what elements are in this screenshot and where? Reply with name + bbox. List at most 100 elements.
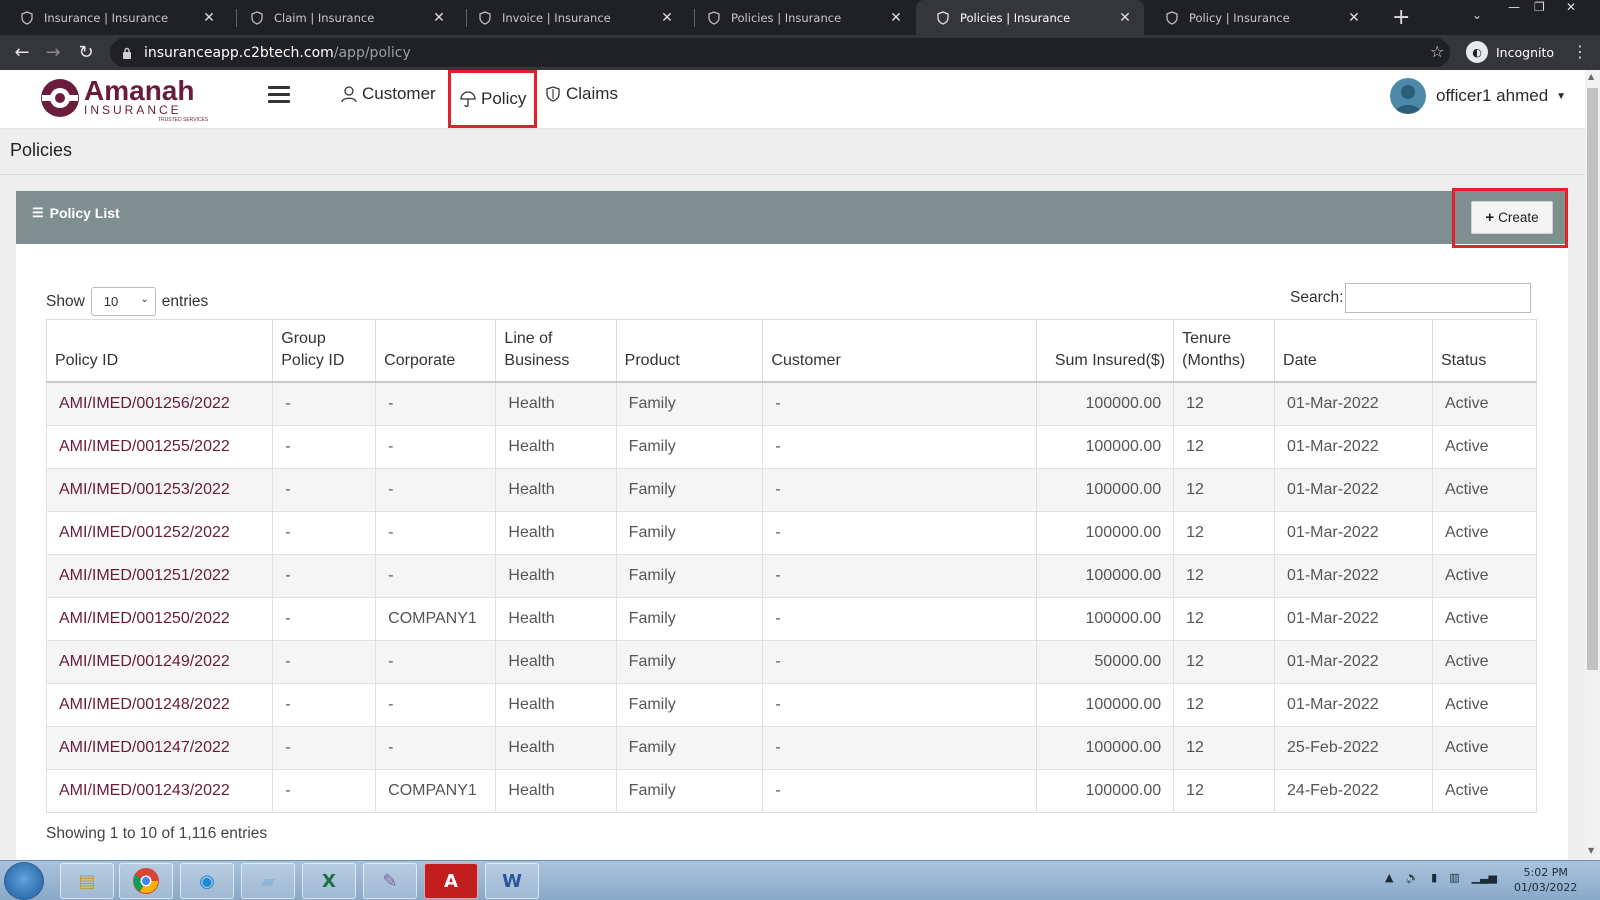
table-row[interactable]: AMI/IMED/001255/2022- - Health Family -10000… [45, 424, 1538, 469]
cell-policy-id[interactable]: AMI/IMED/001247/2022 [45, 725, 274, 770]
clock[interactable]: 5:02 PM 01/03/2022 [1514, 865, 1577, 895]
cell-status: Active [1431, 725, 1538, 770]
card-title-text: Policy List [49, 205, 120, 221]
chevron-down-icon[interactable]: ⌄ [1472, 8, 1482, 22]
table-row[interactable]: AMI/IMED/001248/2022- - Health Family -10000… [45, 682, 1538, 727]
table-row[interactable]: AMI/IMED/001256/2022- - Health Family -10000… [45, 381, 1538, 426]
cell-status: Active [1431, 510, 1538, 555]
avatar [1390, 78, 1426, 114]
incognito-badge[interactable]: ◐ Incognito [1466, 41, 1554, 63]
notepad-icon[interactable]: ▰ [241, 863, 295, 899]
start-button[interactable] [4, 862, 44, 900]
policy-list-card: ☰ Policy List + Create Show 10 ⌄ entries… [16, 188, 1568, 861]
kebab-menu-icon[interactable]: ⋮ [1572, 42, 1588, 61]
taskbar: ▤ ◉ ▰ X ✎ A W ▲ 🔈 ▮ ▥ ▁▃▅ 5:02 PM 01/03/… [0, 860, 1600, 900]
reload-icon[interactable]: ↻ [75, 42, 97, 63]
cell-policy-id[interactable]: AMI/IMED/001252/2022 [45, 510, 274, 555]
table-row[interactable]: AMI/IMED/001253/2022- - Health Family -10000… [45, 467, 1538, 512]
cell-date: 01-Mar-2022 [1274, 467, 1433, 512]
amanah-insurance-logo[interactable]: Amanah INSURANCE TRUSTED SERVICES [40, 74, 215, 122]
cell-policy-id[interactable]: AMI/IMED/001256/2022 [45, 381, 274, 426]
nav-claims[interactable]: Claims [544, 84, 618, 104]
excel-icon[interactable]: X [302, 863, 356, 899]
close-icon[interactable]: ✕ [200, 10, 218, 26]
paint-icon[interactable]: ✎ [363, 863, 417, 899]
cell-customer: - [762, 467, 1037, 512]
tab-title: Policy | Insurance [1189, 10, 1290, 25]
scrollbar-thumb[interactable] [1587, 88, 1598, 670]
cell-customer: - [762, 768, 1037, 813]
scroll-up-icon[interactable]: ▲ [1588, 72, 1594, 81]
volume-icon[interactable]: 🔈 [1405, 871, 1419, 884]
col-tenure[interactable]: Tenure (Months) [1173, 319, 1276, 384]
vertical-scrollbar[interactable]: ▲ ▼ [1585, 70, 1600, 860]
table-row[interactable]: AMI/IMED/001251/2022- - Health Family -10000… [45, 553, 1538, 598]
cell-policy-id[interactable]: AMI/IMED/001249/2022 [45, 639, 274, 684]
nav-customer[interactable]: Customer [340, 84, 436, 104]
cell-status: Active [1431, 639, 1538, 684]
close-icon[interactable]: ✕ [1345, 10, 1363, 26]
col-date[interactable]: Date [1274, 319, 1433, 384]
cell-policy-id[interactable]: AMI/IMED/001250/2022 [45, 596, 274, 641]
acrobat-icon[interactable]: A [424, 863, 478, 899]
cell-date: 01-Mar-2022 [1274, 639, 1433, 684]
tray-expand-icon[interactable]: ▲ [1385, 871, 1393, 884]
back-icon[interactable]: ← [11, 42, 33, 63]
col-product[interactable]: Product [615, 319, 764, 384]
minimize-icon[interactable]: — [1508, 0, 1520, 18]
cell-policy-id[interactable]: AMI/IMED/001248/2022 [45, 682, 274, 727]
restore-icon[interactable]: ❐ [1534, 0, 1545, 18]
new-tab-icon[interactable]: + [1392, 5, 1410, 30]
word-icon[interactable]: W [485, 863, 539, 899]
chrome-icon[interactable] [119, 863, 173, 899]
close-icon[interactable]: ✕ [1116, 10, 1134, 26]
browser-tab[interactable]: Claim | Insurance ✕ [230, 0, 458, 35]
col-policy-id[interactable]: Policy ID [45, 319, 274, 384]
close-icon[interactable]: ✕ [887, 10, 905, 26]
url-field[interactable]: insuranceapp.c2btech.com/app/policy [110, 38, 1450, 67]
browser-tab[interactable]: Insurance | Insurance ✕ [0, 0, 228, 35]
browser-tab-active[interactable]: Policies | Insurance ✕ [916, 0, 1144, 35]
col-customer[interactable]: Customer [762, 319, 1037, 384]
scroll-down-icon[interactable]: ▼ [1588, 846, 1594, 855]
table-row[interactable]: AMI/IMED/001247/2022- - Health Family -10000… [45, 725, 1538, 770]
window-close-icon[interactable]: ✕ [1566, 0, 1576, 18]
page-size-select[interactable]: 10 ⌄ [90, 287, 156, 316]
col-group-policy-id[interactable]: Group Policy ID [272, 319, 377, 384]
cell-policy-id[interactable]: AMI/IMED/001251/2022 [45, 553, 274, 598]
table-row[interactable]: AMI/IMED/001252/2022- - Health Family -10000… [45, 510, 1538, 555]
menu-toggle-icon[interactable] [268, 86, 290, 107]
table-row[interactable]: AMI/IMED/001243/2022- COMPANY1 Health Famil… [45, 768, 1538, 813]
browser-tab[interactable]: Policies | Insurance ✕ [687, 0, 915, 35]
search-label: Search: [1290, 289, 1344, 306]
cell-date: 01-Mar-2022 [1274, 510, 1433, 555]
browser-tab[interactable]: Invoice | Insurance ✕ [458, 0, 686, 35]
nav-policy[interactable]: Policy [448, 70, 538, 128]
battery-icon[interactable]: ▮ [1431, 871, 1437, 884]
entries-label: entries [161, 292, 209, 310]
forward-icon[interactable]: → [42, 42, 64, 63]
user-menu[interactable]: officer1 ahmed ▼ [1390, 78, 1566, 114]
close-icon[interactable]: ✕ [430, 10, 448, 26]
cell-policy-id[interactable]: AMI/IMED/001243/2022 [45, 768, 274, 813]
file-explorer-icon[interactable]: ▤ [60, 863, 114, 899]
table-row[interactable]: AMI/IMED/001250/2022- COMPANY1 Health Famil… [45, 596, 1538, 641]
signal-icon[interactable]: ▁▃▅ [1472, 871, 1497, 884]
cell-line-of-business: Health [495, 768, 617, 813]
col-sum-insured[interactable]: Sum Insured($) [1035, 319, 1175, 384]
cell-sum-insured: 100000.00 [1035, 768, 1175, 813]
search-input[interactable] [1345, 283, 1532, 313]
create-button[interactable]: + Create [1471, 201, 1553, 234]
network-icon[interactable]: ▥ [1449, 871, 1459, 884]
edge-icon[interactable]: ◉ [180, 863, 234, 899]
table-row[interactable]: AMI/IMED/001249/2022- - Health Family -50000… [45, 639, 1538, 684]
col-line-of-business[interactable]: Line of Business [495, 319, 617, 384]
policy-table: Policy ID Group Policy ID Corporate Line… [45, 319, 1538, 813]
col-corporate[interactable]: Corporate [375, 319, 497, 384]
col-status[interactable]: Status [1431, 319, 1538, 384]
close-icon[interactable]: ✕ [658, 10, 676, 26]
cell-policy-id[interactable]: AMI/IMED/001253/2022 [45, 467, 274, 512]
cell-policy-id[interactable]: AMI/IMED/001255/2022 [45, 424, 274, 469]
browser-tab[interactable]: Policy | Insurance ✕ [1145, 0, 1373, 35]
bookmark-star-icon[interactable]: ☆ [1430, 42, 1444, 61]
